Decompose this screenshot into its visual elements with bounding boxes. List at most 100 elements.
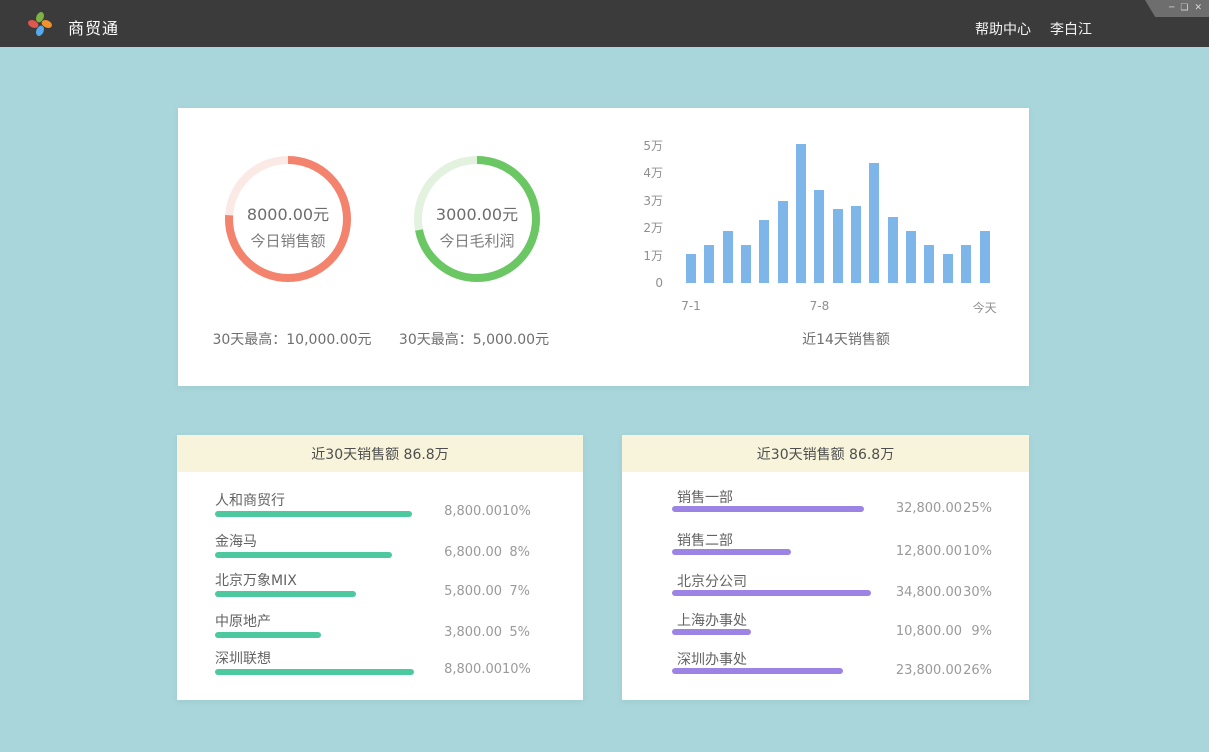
- pinwheel-logo-icon: [27, 11, 53, 37]
- today-profit-label: 今日毛利润: [392, 234, 562, 249]
- customer-progress-bar: [215, 591, 356, 597]
- customer-value: 6,800.008%: [350, 545, 530, 560]
- today-sales-value: 8000.00元: [203, 206, 373, 224]
- dept-progress-bar: [672, 629, 751, 635]
- today-profit-summary: 3000.00元 今日毛利润: [392, 206, 562, 249]
- customer-name: 金海马: [215, 531, 257, 551]
- daily-sales-bar: [741, 245, 751, 284]
- dept-value: 10,800.009%: [802, 624, 992, 639]
- y-tick-label: 2万: [619, 220, 663, 236]
- dept-row: 深圳办事处 23,800.0026%: [622, 649, 1029, 689]
- bar-chart-title: 近14天销售额: [736, 329, 956, 349]
- dept-name: 北京分公司: [677, 571, 747, 591]
- dept-rank-card: 近30天销售额 86.8万 销售一部 32,800.0025% 销售二部12,800…: [622, 435, 1029, 700]
- dept-value: 12,800.0010%: [802, 544, 992, 559]
- amount-text: 5,800.00: [350, 584, 502, 599]
- dept-rank-title: 近30天销售额 86.8万: [622, 435, 1029, 472]
- daily-sales-bar: [833, 209, 843, 283]
- profit-30d-max-caption: 30天最高：5,000.00元: [364, 329, 584, 349]
- amount-text: 12,800.00: [802, 544, 962, 559]
- dept-value: 32,800.0025%: [802, 501, 992, 516]
- percent-text: 8%: [502, 545, 530, 560]
- daily-sales-bar: [814, 190, 824, 284]
- x-tick-label: 7-1: [661, 299, 721, 313]
- maximize-icon[interactable]: ❑: [1180, 4, 1188, 13]
- amount-text: 34,800.00: [802, 585, 962, 600]
- amount-text: 8,800.00: [350, 662, 502, 677]
- customer-value: 8,800.0010%: [350, 662, 530, 677]
- y-tick-label: 0: [619, 275, 663, 291]
- daily-sales-bar: [924, 245, 934, 284]
- daily-sales-bar: [759, 220, 769, 283]
- daily-sales-bar: [943, 254, 953, 283]
- percent-text: 30%: [962, 585, 992, 600]
- minimize-icon[interactable]: ─: [1169, 4, 1174, 13]
- customer-row: 人和商贸行 8,800.0010%: [177, 490, 583, 530]
- x-tick-label: 今天: [955, 299, 1015, 316]
- today-sales-label: 今日销售额: [203, 234, 373, 249]
- titlebar: 商贸通 帮助中心 李白江 ─ ❑ ✕: [0, 0, 1209, 47]
- daily-sales-bar: [869, 163, 879, 283]
- daily-sales-bar: [888, 217, 898, 283]
- customer-value: 5,800.007%: [350, 584, 530, 599]
- percent-text: 7%: [502, 584, 530, 599]
- y-tick-label: 4万: [619, 165, 663, 181]
- y-tick-label: 1万: [619, 248, 663, 264]
- amount-text: 23,800.00: [802, 663, 962, 678]
- today-profit-value: 3000.00元: [392, 206, 562, 224]
- bar-chart-bars: [686, 133, 998, 283]
- daily-sales-bar: [796, 144, 806, 283]
- daily-sales-bar: [906, 231, 916, 283]
- dept-value: 34,800.0030%: [802, 585, 992, 600]
- daily-sales-bar: [851, 206, 861, 283]
- dept-row: 销售一部 32,800.0025%: [622, 487, 1029, 527]
- window-controls: ─ ❑ ✕: [1145, 0, 1209, 17]
- customer-row: 金海马 6,800.008%: [177, 531, 583, 571]
- percent-text: 5%: [502, 625, 530, 640]
- help-center-link[interactable]: 帮助中心: [975, 19, 1031, 39]
- today-sales-summary: 8000.00元 今日销售额: [203, 206, 373, 249]
- amount-text: 10,800.00: [802, 624, 962, 639]
- customer-progress-bar: [215, 632, 321, 638]
- dept-name: 上海办事处: [677, 610, 747, 630]
- daily-sales-bar: [778, 201, 788, 284]
- daily-sales-bar: [686, 254, 696, 283]
- app-title: 商贸通: [68, 15, 119, 39]
- percent-text: 10%: [962, 544, 992, 559]
- percent-text: 10%: [502, 504, 530, 519]
- customer-name: 中原地产: [215, 611, 271, 631]
- dept-name: 销售一部: [677, 487, 733, 507]
- dept-value: 23,800.0026%: [802, 663, 992, 678]
- x-tick-label: 7-8: [789, 299, 849, 313]
- percent-text: 26%: [962, 663, 992, 678]
- y-tick-label: 3万: [619, 193, 663, 209]
- customer-name: 深圳联想: [215, 648, 271, 668]
- customer-row: 北京万象MIX 5,800.007%: [177, 570, 583, 610]
- daily-sales-bar: [704, 245, 714, 284]
- customer-name: 人和商贸行: [215, 490, 285, 510]
- amount-text: 32,800.00: [802, 501, 962, 516]
- close-icon[interactable]: ✕: [1194, 4, 1202, 13]
- dept-row: 上海办事处 10,800.009%: [622, 610, 1029, 650]
- customer-rank-card: 近30天销售额 86.8万 人和商贸行8,800.0010%金海马6,800.0…: [177, 435, 583, 700]
- daily-sales-bar: [980, 231, 990, 283]
- daily-sales-bar: [723, 231, 733, 283]
- customer-rank-title: 近30天销售额 86.8万: [177, 435, 583, 472]
- amount-text: 8,800.00: [350, 504, 502, 519]
- dept-row: 销售二部12,800.0010%: [622, 530, 1029, 570]
- customer-value: 3,800.005%: [350, 625, 530, 640]
- today-summary-card: 8000.00元 今日销售额 30天最高：10,000.00元 3000.00元…: [178, 108, 1029, 386]
- customer-value: 8,800.0010%: [350, 504, 530, 519]
- percent-text: 9%: [962, 624, 992, 639]
- dept-progress-bar: [672, 549, 791, 555]
- percent-text: 10%: [502, 662, 530, 677]
- customer-row: 中原地产 3,800.005%: [177, 611, 583, 651]
- customer-name: 北京万象MIX: [215, 570, 297, 590]
- dept-row: 北京分公司 34,800.0030%: [622, 571, 1029, 611]
- app-window: 商贸通 帮助中心 李白江 ─ ❑ ✕ 8000.00元 今日销售额 30天最高：…: [0, 0, 1209, 752]
- current-user-link[interactable]: 李白江: [1050, 19, 1092, 39]
- daily-sales-bar: [961, 245, 971, 284]
- percent-text: 25%: [962, 501, 992, 516]
- dept-name: 深圳办事处: [677, 649, 747, 669]
- amount-text: 3,800.00: [350, 625, 502, 640]
